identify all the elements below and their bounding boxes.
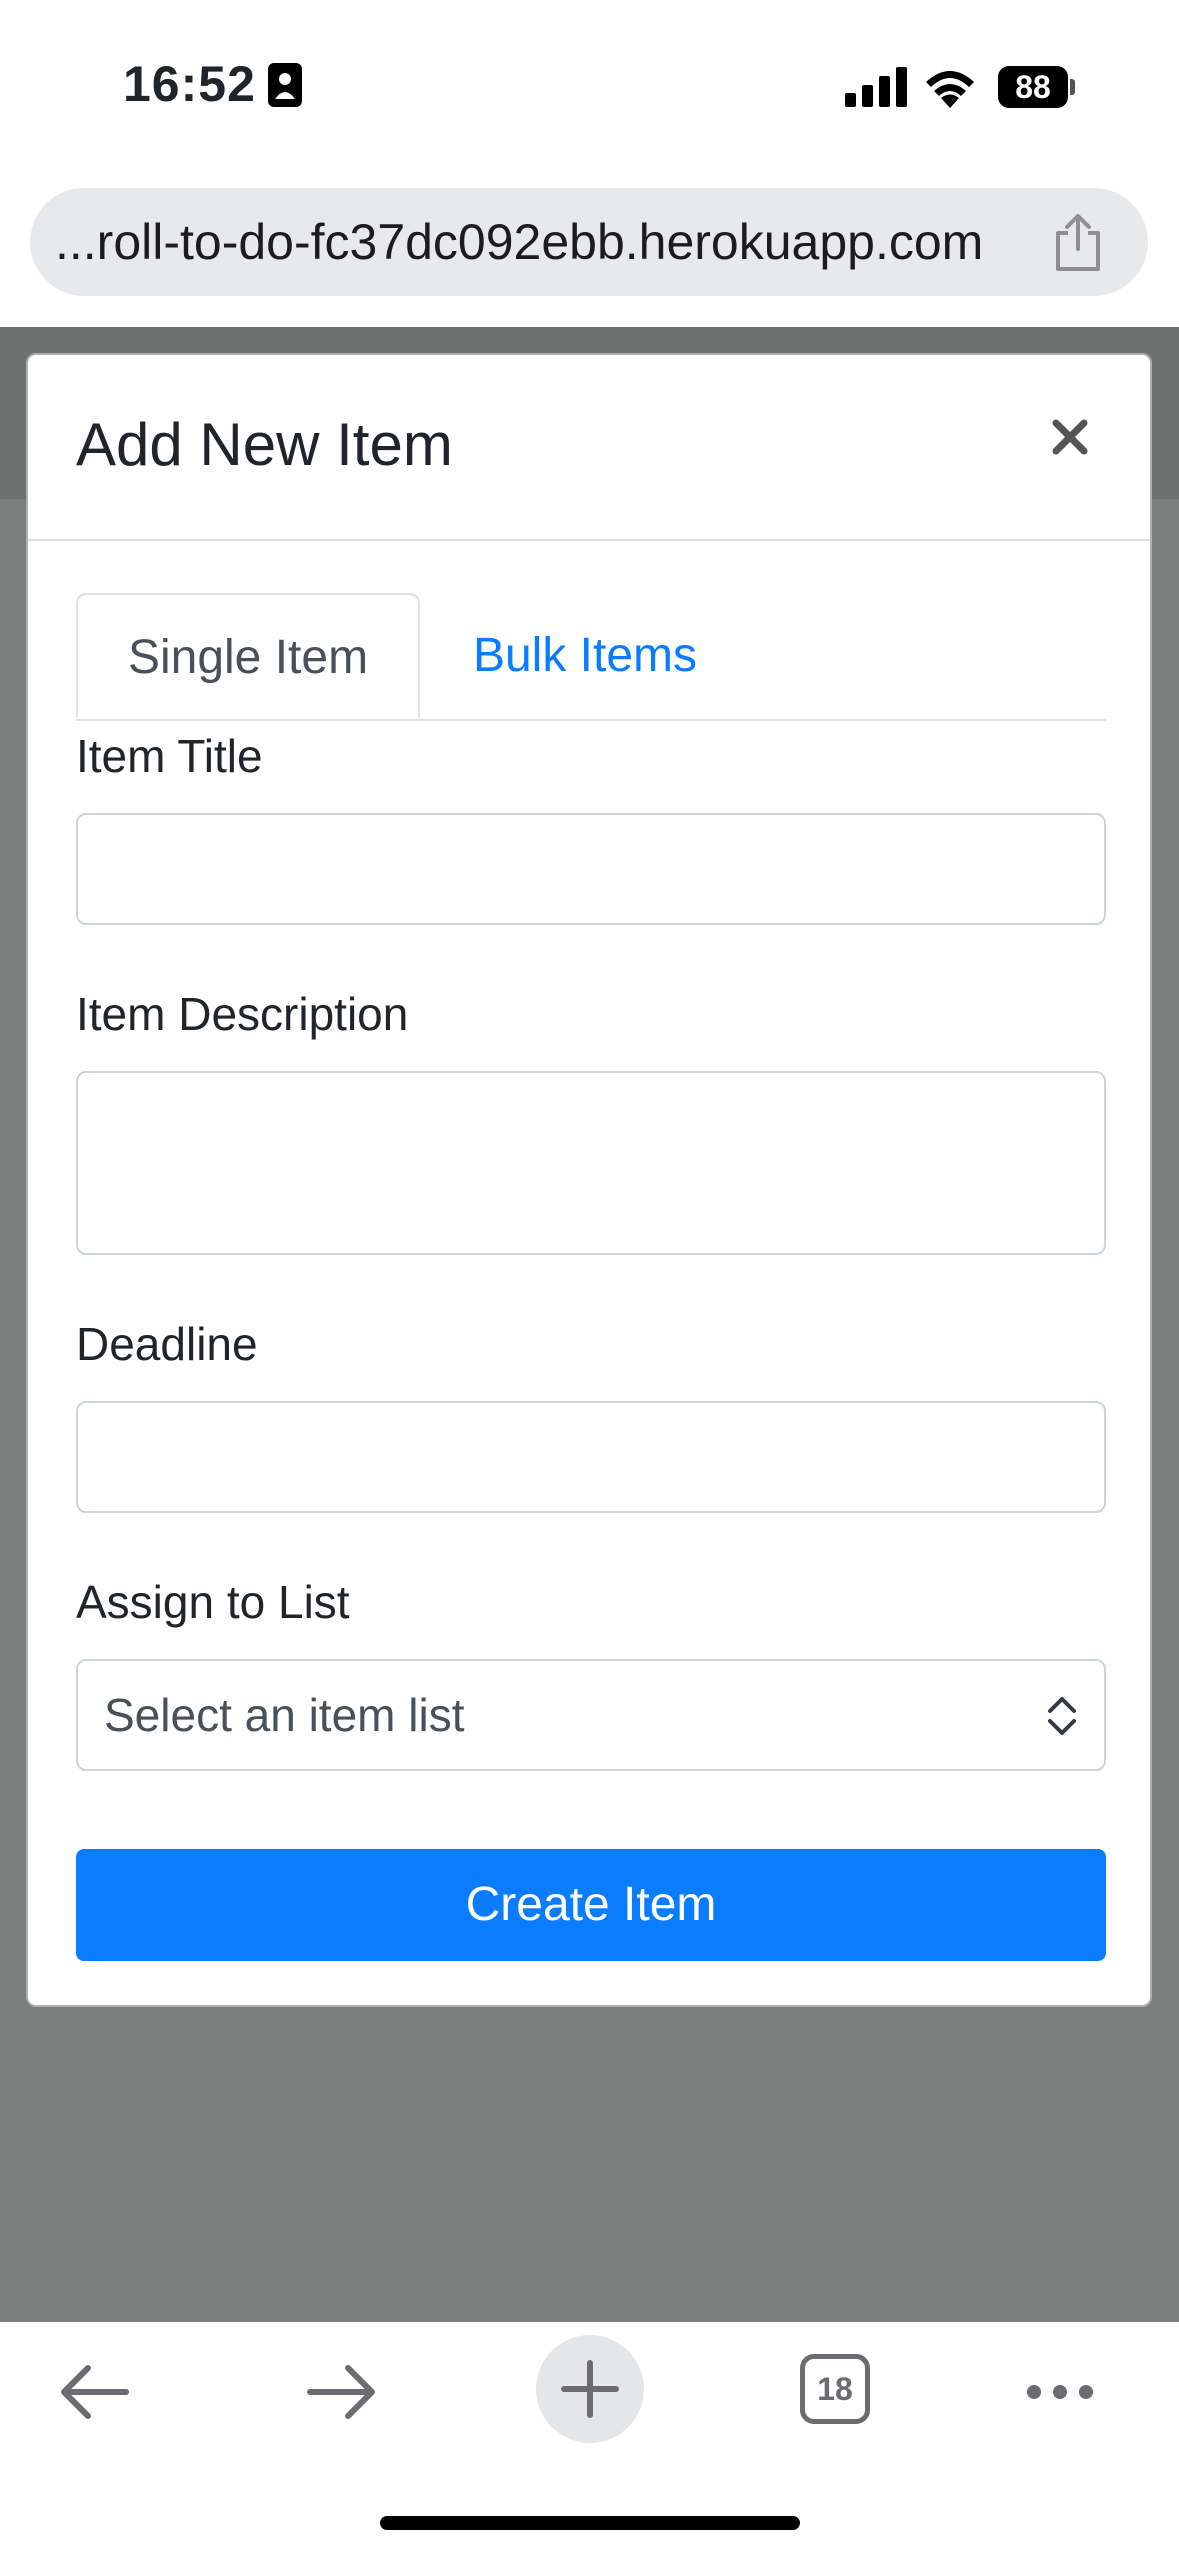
battery-indicator: 88 [998, 66, 1076, 108]
item-description-textarea[interactable] [76, 1071, 1106, 1255]
deadline-input[interactable] [76, 1401, 1106, 1513]
item-list-select[interactable]: Select an item list [76, 1659, 1106, 1771]
battery-cap [1070, 79, 1075, 95]
modal-header: Add New Item [28, 355, 1150, 541]
status-time: 16:52 [123, 56, 256, 112]
address-bar[interactable]: ...roll-to-do-fc37dc092ebb.herokuapp.com [30, 188, 1148, 296]
tab-single-item[interactable]: Single Item [76, 593, 420, 719]
item-mode-tabs: Single Item Bulk Items [76, 593, 1106, 721]
item-description-label: Item Description [76, 988, 409, 1040]
share-icon[interactable] [1050, 213, 1106, 273]
add-item-modal: Add New Item Single Item Bulk Items Item… [26, 353, 1152, 2007]
battery-level: 88 [1015, 69, 1051, 105]
cellular-signal-icon [845, 67, 907, 107]
item-title-input[interactable] [76, 813, 1106, 925]
back-arrow-icon[interactable] [58, 2364, 130, 2420]
wifi-icon [926, 71, 974, 108]
forward-arrow-icon[interactable] [306, 2364, 378, 2420]
status-bar: 16:52 88 [0, 0, 1179, 175]
more-options-icon[interactable] [1024, 2378, 1096, 2406]
deadline-label: Deadline [76, 1318, 258, 1370]
plus-icon[interactable] [560, 2359, 620, 2419]
close-icon[interactable] [1050, 417, 1090, 457]
home-indicator[interactable] [380, 2516, 800, 2530]
create-item-button[interactable]: Create Item [76, 1849, 1106, 1961]
tab-bulk-items[interactable]: Bulk Items [420, 593, 750, 719]
item-list-selected: Select an item list [104, 1689, 465, 1741]
modal-title: Add New Item [76, 411, 453, 478]
assign-list-label: Assign to List [76, 1576, 350, 1628]
id-card-icon [268, 63, 302, 107]
select-arrows-icon [1048, 1697, 1076, 1735]
url-text[interactable]: ...roll-to-do-fc37dc092ebb.herokuapp.com [55, 188, 983, 296]
tab-switcher-button[interactable]: 18 [800, 2354, 870, 2424]
item-title-label: Item Title [76, 730, 263, 782]
